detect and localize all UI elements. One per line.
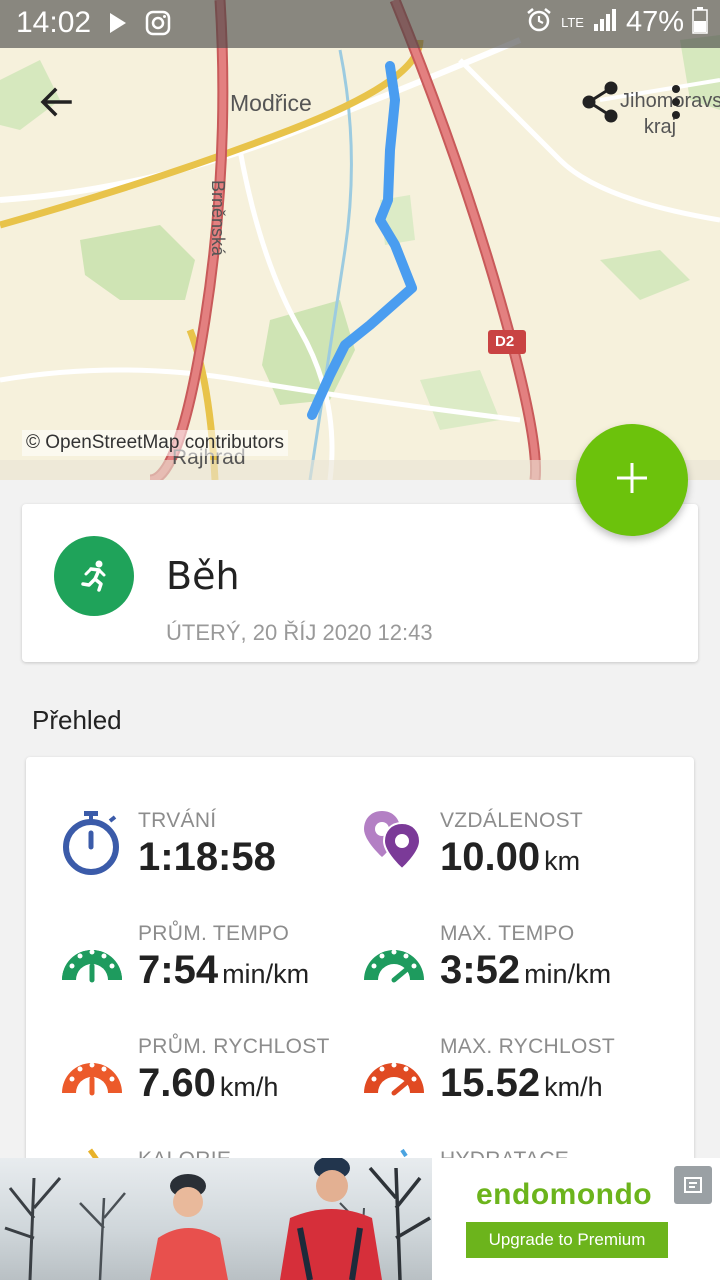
metric-label: VZDÁLENOST <box>440 809 584 832</box>
gauge-green-max-icon <box>362 922 426 996</box>
activity-date: ÚTERÝ, 20 ŘÍJ 2020 12:43 <box>166 620 433 645</box>
add-button[interactable] <box>576 424 688 536</box>
activity-sport-title: Běh <box>166 554 240 598</box>
metric-number: 15.52 <box>440 1061 541 1105</box>
status-bar: 14:02 LTE 47% <box>0 0 720 48</box>
metric-unit: km/h <box>219 1072 279 1102</box>
metric-label: PRŮM. TEMPO <box>138 922 290 945</box>
metric-label: MAX. RYCHLOST <box>440 1035 616 1058</box>
metric-unit: min/km <box>524 959 612 989</box>
share-icon <box>580 80 620 129</box>
metric-label: MAX. TEMPO <box>440 922 575 945</box>
metric-number: 7.60 <box>138 1061 216 1105</box>
alarm-icon <box>525 6 553 39</box>
more-options-button[interactable] <box>648 76 704 132</box>
gauge-green-icon <box>60 922 124 996</box>
metric-unit: km <box>544 846 581 876</box>
stopwatch-icon <box>60 809 124 875</box>
status-indicators: LTE 47% <box>525 6 708 39</box>
metric-avg-speed: PRŮM. RYCHLOST 7.60 km/h <box>60 1035 360 1135</box>
play-store-icon <box>108 12 128 39</box>
location-pins-icon <box>362 809 426 873</box>
metric-max-speed: MAX. RYCHLOST 15.52 km/h <box>362 1035 662 1135</box>
plus-icon <box>615 461 649 500</box>
upgrade-premium-button[interactable]: Upgrade to Premium <box>466 1222 668 1258</box>
map-road-shield: D2 <box>495 333 515 350</box>
metric-value: 10.00 km <box>440 835 580 880</box>
metric-number: 1:18:58 <box>138 835 276 879</box>
battery-percent: 47% <box>625 6 684 38</box>
metric-unit: min/km <box>222 959 310 989</box>
metric-max-pace: MAX. TEMPO 3:52 min/km <box>362 922 662 1022</box>
arrow-left-icon <box>38 84 74 125</box>
metric-value: 7:54 min/km <box>138 948 309 993</box>
metric-value: 15.52 km/h <box>440 1061 603 1106</box>
metric-value: 3:52 min/km <box>440 948 611 993</box>
ad-banner[interactable]: endomondo Upgrade to Premium <box>0 1158 720 1280</box>
more-vertical-icon <box>670 84 682 125</box>
overview-title: Přehled <box>32 705 122 735</box>
overview-card: TRVÁNÍ 1:18:58 VZDÁLENOST 10.00 km PRŮM. … <box>26 757 694 1177</box>
metric-label: PRŮM. RYCHLOST <box>138 1035 330 1058</box>
gauge-orange-icon <box>60 1035 124 1109</box>
activity-header-card[interactable]: Běh ÚTERÝ, 20 ŘÍJ 2020 12:43 <box>22 504 698 662</box>
metric-duration: TRVÁNÍ 1:18:58 <box>60 809 360 909</box>
gauge-orange-max-icon <box>362 1035 426 1109</box>
map-attribution[interactable]: © OpenStreetMap contributors <box>22 430 288 456</box>
network-type: LTE <box>561 15 584 30</box>
running-icon <box>54 536 134 616</box>
metric-number: 3:52 <box>440 948 521 992</box>
metric-label: TRVÁNÍ <box>138 809 217 832</box>
instagram-icon <box>145 10 171 41</box>
endomondo-logo: endomondo <box>476 1178 653 1211</box>
metric-value: 1:18:58 <box>138 835 276 880</box>
back-button[interactable] <box>28 76 84 132</box>
battery-icon <box>692 6 708 39</box>
metric-distance: VZDÁLENOST 10.00 km <box>362 809 662 909</box>
ad-choices-icon[interactable] <box>674 1166 712 1204</box>
map-label-street: Brněnská <box>208 180 228 257</box>
map-toolbar <box>0 48 720 158</box>
metric-number: 10.00 <box>440 835 541 879</box>
share-button[interactable] <box>572 76 628 132</box>
ad-photo <box>0 1158 432 1280</box>
metric-number: 7:54 <box>138 948 219 992</box>
status-time: 14:02 <box>16 6 92 39</box>
metric-avg-pace: PRŮM. TEMPO 7:54 min/km <box>60 922 360 1022</box>
metric-unit: km/h <box>544 1072 603 1102</box>
signal-icon <box>592 7 618 38</box>
metric-value: 7.60 km/h <box>138 1061 278 1106</box>
